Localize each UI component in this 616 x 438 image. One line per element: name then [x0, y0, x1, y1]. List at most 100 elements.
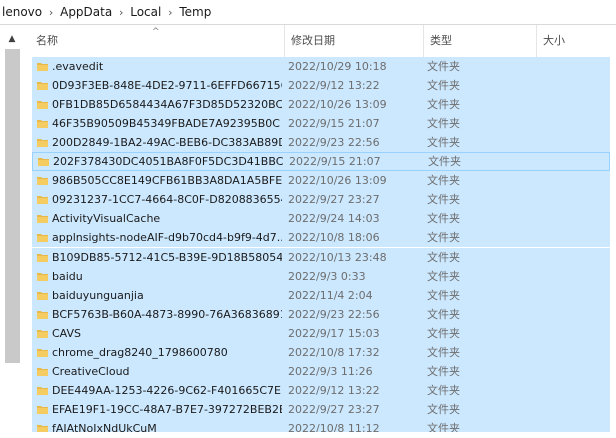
folder-icon: [37, 348, 48, 357]
file-name: baidu: [52, 269, 83, 283]
file-modified-date: 2022/10/8 18:06: [288, 231, 380, 245]
file-type: 文件夹: [427, 231, 460, 245]
file-row[interactable]: CreativeCloud 2022/9/3 11:26 文件夹: [32, 361, 610, 381]
file-type: 文件夹: [427, 345, 460, 359]
folder-icon: [37, 177, 48, 186]
folder-icon: [37, 82, 48, 91]
address-bar[interactable]: lenovo › AppData › Local › Temp: [0, 0, 616, 25]
folder-icon: [37, 329, 48, 338]
file-name: ActivityVisualCache: [52, 212, 161, 226]
file-modified-date: 2022/9/17 15:03: [288, 326, 380, 340]
file-row[interactable]: 986B505CC8E149CFB61BB3A8DA1A5BFE 2022/10/…: [32, 171, 610, 191]
folder-icon: [37, 291, 48, 300]
breadcrumb-separator-icon[interactable]: ›: [44, 6, 58, 19]
column-header-date[interactable]: 修改日期: [284, 25, 423, 57]
column-header-size-label: 大小: [543, 34, 565, 47]
folder-icon: [37, 272, 48, 281]
breadcrumb-lenovo[interactable]: lenovo: [0, 5, 44, 19]
file-type: 文件夹: [427, 326, 460, 340]
file-modified-date: 2022/9/12 13:22: [288, 383, 380, 397]
file-name: chrome_drag8240_1798600780: [52, 345, 228, 359]
breadcrumb-separator-icon[interactable]: ›: [114, 6, 128, 19]
breadcrumb-local[interactable]: Local: [128, 5, 163, 19]
file-type: 文件夹: [427, 250, 460, 264]
column-header-date-label: 修改日期: [291, 34, 335, 47]
file-modified-date: 2022/9/27 23:27: [288, 402, 380, 416]
breadcrumb-temp[interactable]: Temp: [177, 5, 213, 19]
folder-icon: [38, 158, 49, 167]
file-name: DEE449AA-1253-4226-9C62-F401665C7EFC: [52, 383, 282, 397]
file-modified-date: 2022/11/4 2:04: [288, 288, 373, 302]
folder-icon: [37, 405, 48, 414]
file-name: 0D93F3EB-848E-4DE2-9711-6EFFD667156C: [52, 79, 282, 93]
file-name: 09231237-1CC7-4664-8C0F-D82088365549: [52, 193, 282, 207]
breadcrumb-separator-icon[interactable]: ›: [163, 6, 177, 19]
file-name: B109DB85-5712-41C5-B39E-9D18B5805463: [52, 250, 282, 264]
file-name: baiduyunguanjia: [52, 288, 144, 302]
folder-icon: [37, 215, 48, 224]
column-header-size[interactable]: 大小: [536, 25, 616, 57]
file-modified-date: 2022/10/26 13:09: [288, 98, 387, 112]
file-modified-date: 2022/10/29 10:18: [288, 60, 387, 73]
chevron-up-icon[interactable]: ▲: [6, 33, 18, 45]
file-row[interactable]: baiduyunguanjia 2022/11/4 2:04 文件夹: [32, 285, 610, 305]
file-row[interactable]: 09231237-1CC7-4664-8C0F-D82088365549 2022…: [32, 190, 610, 210]
file-modified-date: 2022/9/27 23:27: [288, 193, 380, 207]
file-row[interactable]: 0FB1DB85D6584434A67F3D85D52320BC 2022/10/…: [32, 95, 610, 115]
file-row[interactable]: chrome_drag8240_1798600780 2022/10/8 17:3…: [32, 342, 610, 362]
file-type: 文件夹: [427, 60, 460, 73]
folder-icon: [37, 253, 48, 262]
file-type: 文件夹: [427, 136, 460, 150]
breadcrumb-appdata[interactable]: AppData: [58, 5, 114, 19]
file-type: 文件夹: [427, 117, 460, 131]
file-row[interactable]: 200D2849-1BA2-49AC-BEB6-DC383AB89D... 202…: [32, 133, 610, 153]
file-row[interactable]: baidu 2022/9/3 0:33 文件夹: [32, 266, 610, 286]
window-bottom-edge: [0, 432, 616, 438]
column-header-type[interactable]: 类型: [423, 25, 536, 57]
file-name: 0FB1DB85D6584434A67F3D85D52320BC: [52, 98, 282, 112]
file-row[interactable]: B109DB85-5712-41C5-B39E-9D18B5805463 2022…: [32, 247, 610, 267]
folder-icon: [37, 101, 48, 110]
file-list[interactable]: .evavedit 2022/10/29 10:18 文件夹 0D93F3EB-848…: [32, 57, 610, 438]
file-row[interactable]: 202F378430DC4051BA8F0F5DC3D41BBC 2022/9/1…: [32, 152, 610, 172]
column-header-type-label: 类型: [430, 34, 452, 47]
file-name: CAVS: [52, 326, 82, 340]
file-row[interactable]: 0D93F3EB-848E-4DE2-9711-6EFFD667156C 2022…: [32, 76, 610, 96]
file-row[interactable]: BCF5763B-B60A-4873-8990-76A36836891... 20…: [32, 304, 610, 324]
file-row[interactable]: CAVS 2022/9/17 15:03 文件夹: [32, 323, 610, 343]
file-row[interactable]: DEE449AA-1253-4226-9C62-F401665C7EFC 2022…: [32, 380, 610, 400]
folder-icon: [37, 63, 48, 71]
file-type: 文件夹: [427, 269, 460, 283]
file-modified-date: 2022/9/24 14:03: [288, 212, 380, 226]
file-name: .evavedit: [52, 60, 104, 73]
file-modified-date: 2022/9/15 21:07: [288, 117, 380, 131]
file-name: 202F378430DC4051BA8F0F5DC3D41BBC: [53, 155, 283, 169]
column-header-name-label: 名称: [36, 34, 58, 47]
folder-icon: [37, 367, 48, 376]
file-name: CreativeCloud: [52, 364, 130, 378]
column-header-name[interactable]: 名称: [30, 25, 284, 57]
file-modified-date: 2022/9/23 22:56: [288, 136, 380, 150]
folder-icon: [37, 310, 48, 319]
folder-icon: [37, 196, 48, 205]
file-type: 文件夹: [427, 288, 460, 302]
file-row[interactable]: applnsights-nodeAIF-d9b70cd4-b9f9-4d7...…: [32, 228, 610, 248]
file-type: 文件夹: [427, 193, 460, 207]
file-type: 文件夹: [427, 212, 460, 226]
file-type: 文件夹: [428, 155, 461, 169]
file-name: 46F35B90509B45349FBADE7A92395B0C: [52, 117, 280, 131]
file-modified-date: 2022/9/12 13:22: [288, 79, 380, 93]
file-type: 文件夹: [427, 364, 460, 378]
file-modified-date: 2022/10/26 13:09: [288, 174, 387, 188]
file-modified-date: 2022/10/13 23:48: [288, 250, 387, 264]
folder-icon: [37, 386, 48, 395]
file-row[interactable]: EFAE19F1-19CC-48A7-B7E7-397272BEB2E3 2022…: [32, 399, 610, 419]
file-row[interactable]: ActivityVisualCache 2022/9/24 14:03 文件夹: [32, 209, 610, 229]
file-name: EFAE19F1-19CC-48A7-B7E7-397272BEB2E3: [52, 402, 282, 416]
file-explorer-window: lenovo › AppData › Local › Temp ▲ ^ 名称 修…: [0, 0, 616, 438]
file-row[interactable]: .evavedit 2022/10/29 10:18 文件夹: [32, 57, 610, 76]
file-row[interactable]: 46F35B90509B45349FBADE7A92395B0C 2022/9/1…: [32, 114, 610, 134]
navigation-pane-scrollbar[interactable]: ▲: [0, 25, 30, 438]
file-modified-date: 2022/9/15 21:07: [289, 155, 381, 169]
navigation-pane-scroll-thumb[interactable]: [5, 49, 20, 363]
